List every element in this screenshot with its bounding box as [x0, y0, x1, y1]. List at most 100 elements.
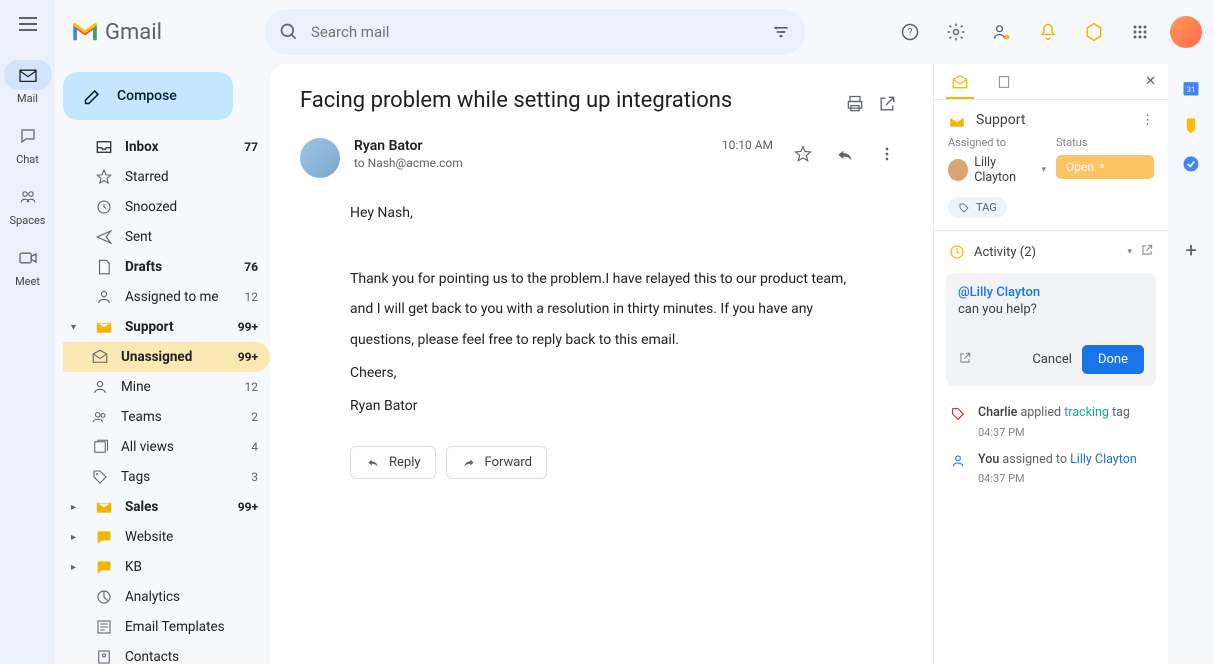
sidebar-analytics[interactable]: Analytics: [63, 582, 270, 612]
activity-icon: [948, 243, 966, 261]
rail-spaces-label: Spaces: [10, 214, 46, 227]
hiver-icon[interactable]: [1078, 16, 1110, 48]
mailbox-icon: [948, 112, 966, 128]
search-input[interactable]: [311, 23, 759, 41]
forward-button[interactable]: Forward: [446, 446, 547, 479]
sender-avatar[interactable]: [300, 138, 340, 178]
tasks-icon[interactable]: [1181, 154, 1201, 174]
email-subject: Facing problem while setting up integrat…: [300, 88, 839, 113]
notifications-icon[interactable]: [1032, 16, 1064, 48]
activity-note-card: @Lilly Clayton can you help? Cancel Done: [946, 273, 1156, 386]
settings-icon[interactable]: [940, 16, 972, 48]
more-icon[interactable]: [871, 138, 903, 170]
sidebar-sent[interactable]: Sent: [63, 222, 270, 252]
forward-arrow-icon: [461, 455, 477, 469]
activity-item: Charlie applied tracking tag 04:37 PM: [934, 398, 1168, 445]
open-new-icon[interactable]: [871, 88, 903, 120]
star-icon: [95, 168, 113, 186]
open-external-icon[interactable]: [1140, 243, 1154, 261]
sidebar-starred[interactable]: Starred: [63, 162, 270, 192]
panel-tab-inbox[interactable]: [946, 65, 974, 99]
sidebar-mine[interactable]: Mine 12: [63, 372, 270, 402]
help-icon[interactable]: ?: [894, 16, 926, 48]
open-note-icon[interactable]: [958, 351, 972, 369]
svg-text:?: ?: [908, 27, 913, 38]
assignee-avatar: [948, 159, 968, 181]
stack-icon: [91, 438, 109, 456]
chat-icon: [95, 528, 113, 546]
person-icon: [95, 288, 113, 306]
sidebar-kb[interactable]: ▸ KB: [63, 552, 270, 582]
sidebar-support[interactable]: ▾ Support 99+: [63, 312, 270, 342]
sidebar-drafts[interactable]: Drafts 76: [63, 252, 270, 282]
print-icon[interactable]: [839, 88, 871, 120]
calendar-icon[interactable]: 31: [1181, 78, 1201, 98]
sidebar-tags[interactable]: Tags 3: [63, 462, 270, 492]
chevron-down-icon[interactable]: ▾: [1127, 247, 1132, 257]
note-text: can you help?: [958, 302, 1144, 317]
done-button[interactable]: Done: [1082, 345, 1144, 374]
send-icon: [95, 228, 113, 246]
rail-spaces[interactable]: Spaces: [4, 182, 52, 227]
search-bar[interactable]: [265, 9, 805, 55]
chevron-down-icon: ▾: [1100, 162, 1105, 172]
sidebar-allviews[interactable]: All views 4: [63, 432, 270, 462]
sidebar-unassigned[interactable]: Unassigned 99+: [63, 342, 270, 372]
apps-icon[interactable]: [1124, 16, 1156, 48]
reply-arrow-icon: [365, 455, 381, 469]
sidebar-snoozed[interactable]: Snoozed: [63, 192, 270, 222]
sidebar-teams[interactable]: Teams 2: [63, 402, 270, 432]
compose-button[interactable]: Compose: [63, 72, 233, 120]
reply-button[interactable]: Reply: [350, 446, 436, 479]
sidebar-inbox[interactable]: Inbox 77: [63, 132, 270, 162]
mailbox-icon: [95, 318, 113, 336]
tag-applied-icon: [948, 404, 968, 424]
star-toggle-icon[interactable]: [787, 138, 819, 170]
gmail-logo[interactable]: Gmail: [67, 20, 247, 45]
contacts-icon[interactable]: [986, 16, 1018, 48]
chevron-right-icon: ▸: [71, 502, 83, 513]
panel-tab-contact[interactable]: [990, 65, 1018, 99]
sidebar-sales[interactable]: ▸ Sales 99+: [63, 492, 270, 522]
search-options-icon[interactable]: [771, 22, 791, 42]
sidebar-website[interactable]: ▸ Website: [63, 522, 270, 552]
file-icon: [95, 258, 113, 276]
sidebar-assigned[interactable]: Assigned to me 12: [63, 282, 270, 312]
account-avatar[interactable]: [1170, 16, 1202, 48]
activity-label: Activity (2): [974, 245, 1119, 260]
assigned-label: Assigned to: [948, 136, 1046, 149]
svg-text:31: 31: [1187, 85, 1195, 94]
panel-title: Support: [976, 112, 1131, 128]
mention-text: @Lilly Clayton: [958, 285, 1144, 300]
chevron-right-icon: ▸: [71, 562, 83, 573]
rail-chat[interactable]: Chat: [4, 121, 52, 166]
add-addon-icon[interactable]: +: [1181, 240, 1201, 260]
rail-meet[interactable]: Meet: [4, 243, 52, 288]
main-menu-button[interactable]: [16, 12, 40, 36]
panel-close-icon[interactable]: ✕: [1145, 74, 1156, 89]
sender-to: to Nash@acme.com: [354, 156, 708, 170]
rail-mail[interactable]: Mail: [4, 60, 52, 105]
reply-icon[interactable]: [829, 138, 861, 170]
sidebar-contacts[interactable]: Contacts: [63, 642, 270, 664]
keep-icon[interactable]: [1181, 116, 1201, 136]
rail-mail-label: Mail: [17, 92, 38, 105]
sidebar-email-templates[interactable]: Email Templates: [63, 612, 270, 642]
panel-more-icon[interactable]: ⋮: [1141, 113, 1154, 128]
cancel-button[interactable]: Cancel: [1032, 352, 1072, 367]
person-icon: [91, 378, 109, 396]
inbox-open-icon: [91, 348, 109, 366]
activity-item: You assigned to Lilly Clayton 04:37 PM: [934, 445, 1168, 492]
clock-icon: [95, 198, 113, 216]
chevron-down-icon: ▾: [71, 322, 83, 333]
sender-name: Ryan Bator: [354, 138, 708, 154]
add-tag-button[interactable]: TAG: [948, 197, 1007, 218]
search-icon: [279, 22, 299, 42]
address-book-icon: [95, 648, 113, 664]
pencil-icon: [83, 86, 103, 106]
assignee-select[interactable]: Lilly Clayton ▾: [948, 155, 1046, 185]
chevron-right-icon: ▸: [71, 532, 83, 543]
assigned-icon: [948, 451, 968, 471]
people-icon: [91, 408, 109, 426]
status-select[interactable]: Open ▾: [1056, 155, 1154, 179]
